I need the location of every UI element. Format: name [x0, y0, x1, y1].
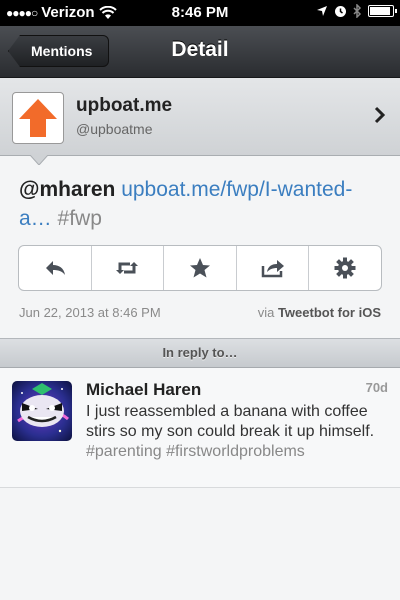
reply-text: I just reassembled a banana with coffee …: [86, 402, 386, 462]
tweet-timestamp: Jun 22, 2013 at 8:46 PM: [19, 305, 161, 320]
client-name[interactable]: Tweetbot for iOS: [278, 305, 381, 320]
share-icon: [261, 260, 284, 278]
user-handle: @upboatme: [76, 121, 153, 137]
retweet-button[interactable]: [90, 246, 164, 290]
reply-icon: [45, 261, 65, 275]
battery-icon: [368, 5, 397, 17]
reply-avatar-image: [12, 381, 72, 441]
upboat-logo-icon: [19, 99, 57, 137]
chevron-right-icon: [374, 106, 386, 124]
tweet-meta: Jun 22, 2013 at 8:46 PM via Tweetbot for…: [19, 305, 381, 320]
settings-button[interactable]: [308, 246, 381, 290]
page-title: Detail: [171, 38, 229, 61]
avatar[interactable]: [12, 381, 72, 441]
share-button[interactable]: [235, 246, 309, 290]
reply-button[interactable]: [19, 246, 91, 290]
tweet-hashtag[interactable]: #fwp: [58, 207, 102, 230]
tweet-mention[interactable]: @mharen: [19, 178, 115, 201]
star-icon: [189, 258, 210, 278]
reply-tweet-row[interactable]: Michael Haren 70d I just reassembled a b…: [0, 368, 400, 488]
header-caret: [30, 155, 48, 165]
tweet-source: via Tweetbot for iOS: [258, 305, 381, 320]
user-name: upboat.me: [76, 95, 173, 116]
gear-icon: [334, 257, 356, 279]
reply-body: I just reassembled a banana with coffee …: [86, 403, 375, 440]
user-profile-header[interactable]: upboat.me @upboatme: [0, 78, 400, 156]
status-bar: ●●●●○ Verizon 8:46 PM: [0, 0, 400, 26]
reply-hashtag-parenting[interactable]: #parenting: [86, 443, 162, 460]
alarm-clock-icon: [335, 5, 346, 17]
avatar[interactable]: [12, 92, 64, 144]
tweet-text: @mharen upboat.me/fwp/I-wanted-a… #fwp: [19, 175, 384, 233]
navigation-bar: Mentions Detail: [0, 26, 400, 78]
reply-author-name: Michael Haren: [86, 380, 202, 399]
reply-hashtag-firstworldproblems[interactable]: #firstworldproblems: [166, 443, 305, 460]
bluetooth-icon: [353, 4, 362, 18]
retweet-icon: [116, 262, 139, 274]
favorite-button[interactable]: [163, 246, 236, 290]
via-label: via: [257, 305, 275, 320]
tweet-action-bar: [18, 245, 382, 291]
in-reply-to-header: In reply to…: [0, 338, 400, 368]
location-arrow-icon: [317, 6, 327, 16]
reply-age: 70d: [365, 380, 388, 395]
